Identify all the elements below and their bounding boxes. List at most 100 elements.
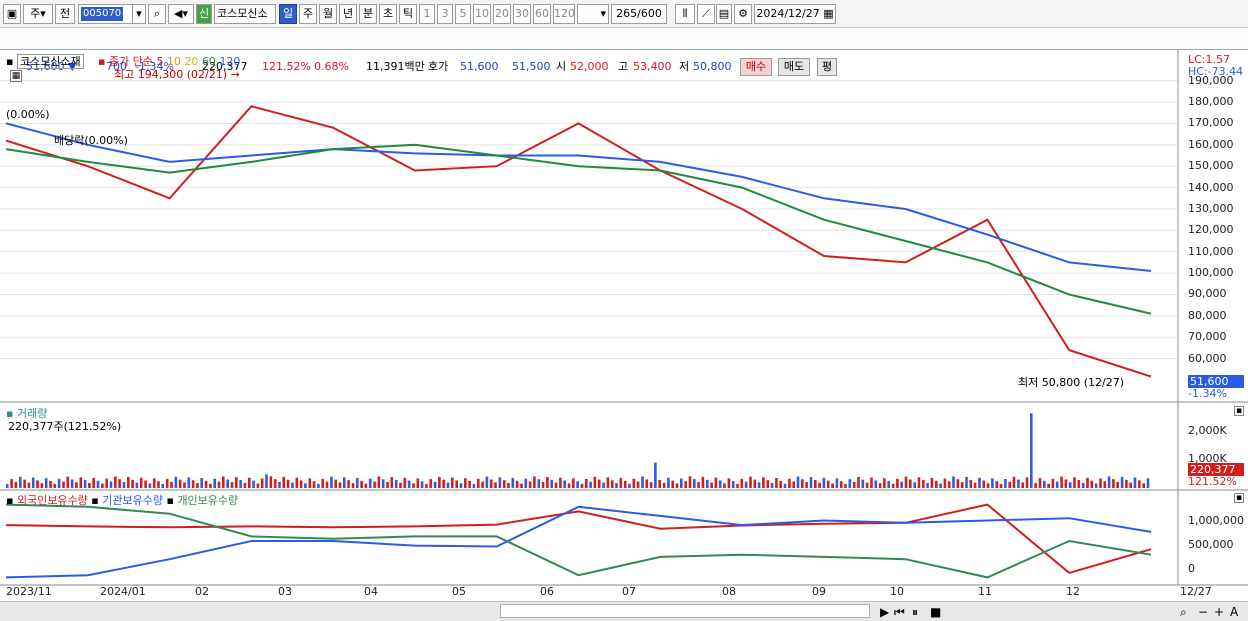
interval-minute[interactable]: 분 — [359, 4, 377, 24]
period-week-select[interactable]: 주▾ — [23, 4, 53, 24]
volume-bar — [101, 483, 104, 488]
volume-bar — [857, 476, 860, 488]
custom-interval-select[interactable]: ▾ — [577, 4, 609, 24]
x-tick: 05 — [452, 585, 466, 598]
play-icon[interactable]: ▶ — [880, 605, 889, 619]
volume-bar — [1021, 482, 1024, 488]
num-3[interactable]: 3 — [437, 4, 453, 24]
volume-bar — [468, 481, 471, 488]
sound-icon[interactable]: ◀▾ — [168, 4, 194, 24]
interval-day[interactable]: 일 — [279, 4, 297, 24]
volume-bar — [260, 478, 264, 488]
stop-icon[interactable]: ■ — [930, 605, 941, 619]
minus-icon[interactable]: − — [1198, 605, 1208, 619]
x-tick: 03 — [278, 585, 292, 598]
num-30[interactable]: 30 — [513, 4, 531, 24]
volume-bar — [265, 474, 268, 488]
volume-bar — [312, 481, 316, 488]
plus-icon[interactable]: + — [1214, 605, 1224, 619]
left-note: (0.00%) — [6, 108, 50, 121]
volume-bar — [286, 479, 290, 488]
volume-bar — [243, 482, 247, 488]
holdings-close-icon[interactable]: ▪ — [1234, 493, 1244, 503]
prev-button[interactable]: 전 — [55, 4, 75, 24]
volume-bar — [576, 481, 579, 488]
rewind-icon[interactable]: ⏮ — [894, 605, 905, 619]
volume-bar — [464, 478, 467, 488]
volume-bar — [731, 481, 735, 488]
interval-tick[interactable]: 틱 — [399, 4, 417, 24]
volume-bar — [887, 481, 890, 488]
save-icon[interactable]: ▤ — [716, 4, 732, 24]
volume-bar — [559, 477, 562, 488]
volume-bar — [714, 477, 718, 488]
num-5[interactable]: 5 — [455, 4, 471, 24]
volume-bar — [187, 477, 191, 488]
volume-bar — [416, 478, 420, 488]
price-tick: 130,000 — [1188, 201, 1234, 215]
scroll-bar[interactable]: ▶ ⏮ ⏸ ■ ⌕ − + A — [0, 601, 1248, 621]
count-max: /600 — [637, 7, 662, 20]
volume-bar — [459, 483, 463, 488]
interval-year[interactable]: 년 — [339, 4, 357, 24]
volume-bar — [572, 478, 575, 488]
font-icon[interactable]: A — [1230, 605, 1238, 619]
chart-canvas[interactable] — [0, 50, 1248, 601]
volume-bar — [991, 478, 994, 488]
code-dropdown-icon[interactable]: ▾ — [132, 4, 146, 24]
volume-bar — [256, 483, 260, 488]
volume-bar — [563, 480, 566, 488]
volume-bar — [1146, 478, 1150, 489]
volume-bar — [23, 479, 26, 488]
volume-bar — [935, 480, 938, 488]
volume-bar — [502, 480, 506, 488]
volume-bar — [865, 482, 869, 488]
volume-bar — [394, 480, 398, 488]
scroll-thumb[interactable] — [500, 604, 870, 618]
volume-bar — [494, 482, 497, 488]
draw-icon[interactable]: ⟋ — [697, 4, 715, 24]
volume-bar — [148, 483, 152, 488]
volume-bar — [79, 477, 83, 488]
volume-bar — [662, 482, 666, 488]
vol-tick-2000k: 2,000K — [1188, 424, 1227, 437]
volume-bar — [796, 476, 800, 488]
hold-tick-1m: 1,000,000 — [1188, 514, 1244, 527]
zoom-icon[interactable]: ⌕ — [1180, 605, 1187, 619]
volume-close-icon[interactable]: ▪ — [1234, 406, 1244, 416]
search-icon[interactable]: ⌕ — [148, 4, 166, 24]
volume-bar — [252, 480, 255, 488]
volume-bar — [567, 483, 571, 488]
volume-bar — [636, 481, 640, 488]
volume-bar — [1142, 483, 1145, 488]
volume-bar — [278, 482, 281, 488]
date-field[interactable]: 2024/12/27 ▦ — [754, 4, 836, 24]
volume-bar — [874, 480, 878, 488]
volume-bar — [425, 484, 428, 488]
interval-month[interactable]: 월 — [319, 4, 337, 24]
stock-name-field[interactable]: 코스모신소 — [214, 4, 276, 24]
price-series — [5, 105, 1152, 378]
candle-icon[interactable]: ⫴ — [675, 4, 695, 24]
num-120[interactable]: 120 — [553, 4, 575, 24]
volume-bar — [736, 483, 739, 488]
gear-icon[interactable]: ⚙ — [734, 4, 752, 24]
volume-bar — [44, 478, 48, 488]
num-20[interactable]: 20 — [493, 4, 511, 24]
volume-bar — [477, 478, 480, 488]
interval-second[interactable]: 초 — [379, 4, 397, 24]
volume-bar — [131, 479, 134, 488]
volume-bar — [96, 480, 100, 488]
volume-bar — [956, 479, 960, 488]
volume-bar — [891, 483, 895, 488]
volume-bar — [135, 482, 139, 488]
layout-icon[interactable]: ▣ — [3, 4, 21, 24]
pause-icon[interactable]: ⏸ — [912, 605, 918, 619]
num-10[interactable]: 10 — [473, 4, 491, 24]
count-field[interactable]: 265/600 — [611, 4, 667, 24]
volume-bar — [904, 476, 908, 488]
num-60[interactable]: 60 — [533, 4, 551, 24]
interval-week[interactable]: 주 — [299, 4, 317, 24]
table-icon[interactable]: ▦ — [10, 70, 22, 82]
num-1[interactable]: 1 — [419, 4, 435, 24]
